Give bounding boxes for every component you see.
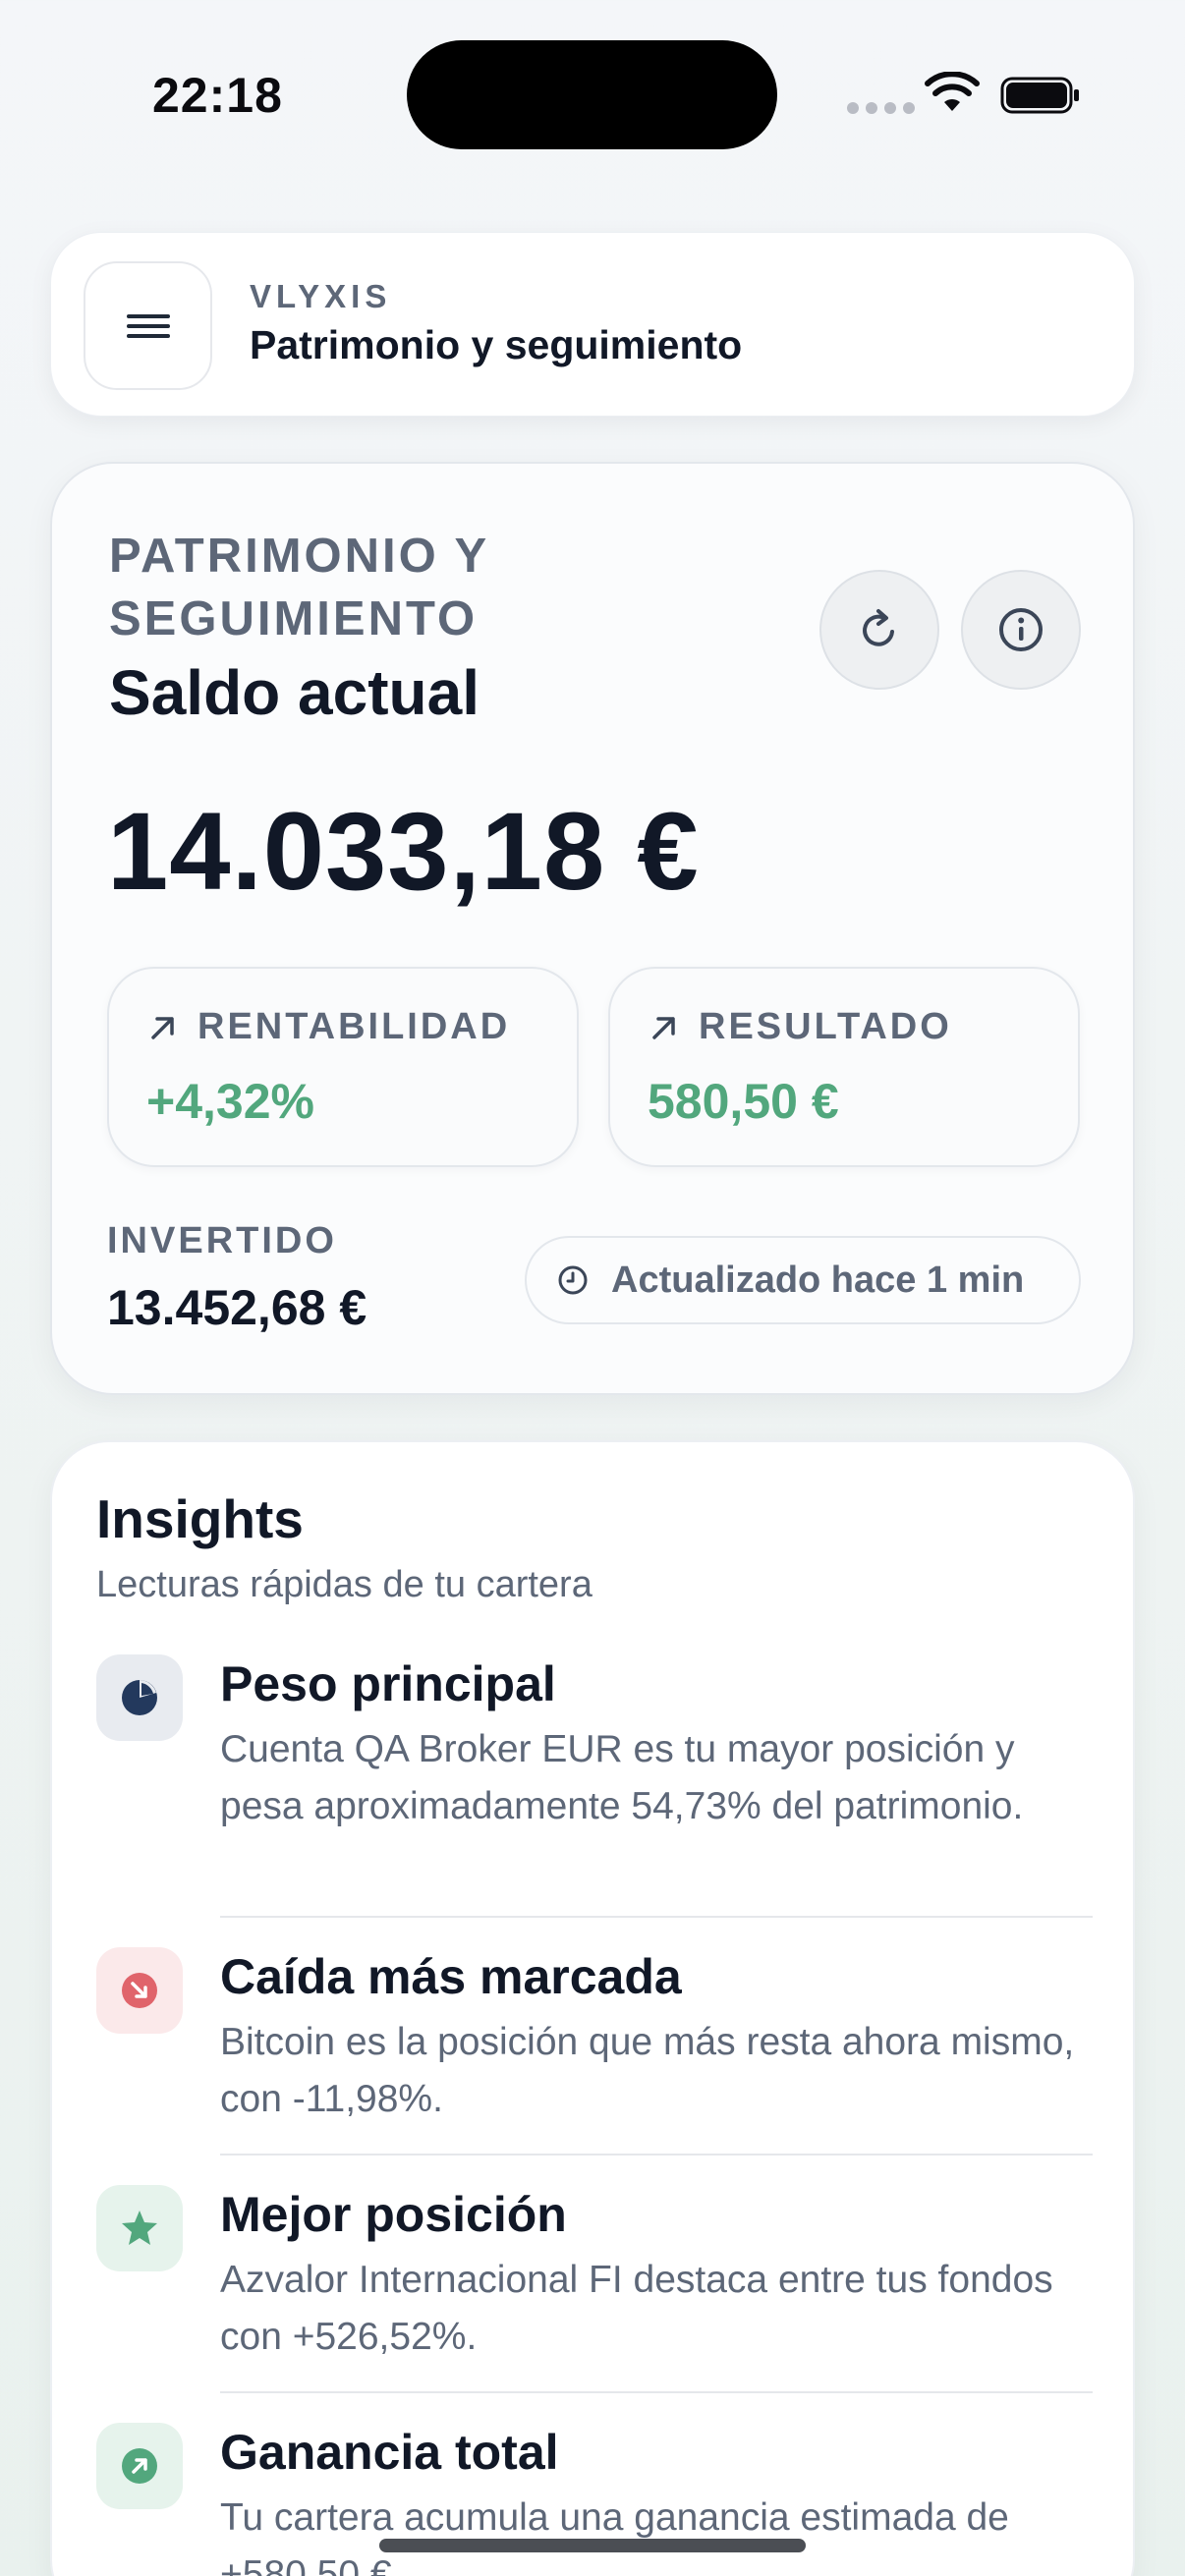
result-card: RESULTADO 580,50 € [608, 967, 1080, 1167]
app-header: VLYXIS Patrimonio y seguimiento [50, 232, 1135, 417]
insight-title: Mejor posición [220, 2187, 567, 2242]
page-title: Patrimonio y seguimiento [250, 322, 743, 367]
refresh-button[interactable] [819, 570, 939, 690]
divider [220, 1916, 1093, 1918]
insight-title: Caída más marcada [220, 1949, 682, 2004]
balance-eyebrow: PATRIMONIO Y SEGUIMIENTO [109, 530, 489, 645]
insights-card: Insights Lecturas rápidas de tu cartera … [50, 1440, 1135, 2576]
status-time: 22:18 [152, 68, 283, 123]
battery-icon [1000, 77, 1079, 114]
invested-value: 13.452,68 € [107, 1280, 367, 1335]
last-updated-badge: Actualizado hace 1 min [525, 1236, 1081, 1324]
info-icon [999, 608, 1043, 651]
arrow-down-right-icon [122, 1973, 157, 2008]
divider [220, 2154, 1093, 2156]
result-value: 580,50 € [648, 1074, 839, 1129]
balance-amount: 14.033,18 € [107, 790, 700, 913]
profitability-label: RENTABILIDAD [198, 1006, 511, 1047]
cellular-signal-icon [847, 102, 915, 114]
insight-text: Bitcoin es la posición que más resta aho… [220, 2021, 1075, 2120]
insight-title: Peso principal [220, 1656, 556, 1711]
arrow-up-right-icon [652, 1016, 675, 1039]
hamburger-menu-icon [126, 313, 170, 338]
invested-label: INVERTIDO [107, 1220, 337, 1261]
last-updated-text: Actualizado hace 1 min [611, 1259, 1025, 1301]
insights-title: Insights [96, 1488, 304, 1549]
profitability-card: RENTABILIDAD +4,32% [107, 967, 579, 1167]
profitability-value: +4,32% [146, 1074, 314, 1129]
clock-icon [558, 1265, 588, 1295]
wifi-icon [925, 72, 980, 111]
status-bar: 22:18 [0, 0, 1185, 187]
insight-text: Azvalor Internacional FI destaca entre t… [220, 2259, 1053, 2358]
balance-label: Saldo actual [109, 657, 480, 728]
dynamic-island [407, 40, 777, 149]
brand-label: VLYXIS [250, 278, 392, 314]
insights-subtitle: Lecturas rápidas de tu cartera [96, 1564, 592, 1605]
result-label: RESULTADO [699, 1006, 952, 1047]
arrow-up-right-icon [122, 2448, 157, 2484]
home-indicator[interactable] [379, 2539, 806, 2552]
refresh-icon [863, 609, 894, 646]
divider [220, 2391, 1093, 2393]
insight-text: Cuenta QA Broker EUR es tu mayor posició… [220, 1728, 1024, 1827]
pie-chart-icon [122, 1680, 157, 1715]
star-icon [122, 2211, 157, 2245]
insight-text: Tu cartera acumula una ganancia estimada… [220, 2496, 1009, 2576]
insight-title: Ganancia total [220, 2425, 559, 2480]
arrow-up-right-icon [151, 1016, 174, 1039]
menu-button[interactable] [84, 261, 212, 390]
info-button[interactable] [961, 570, 1081, 690]
balance-card: PATRIMONIO Y SEGUIMIENTO Saldo actual 14… [50, 462, 1135, 1395]
